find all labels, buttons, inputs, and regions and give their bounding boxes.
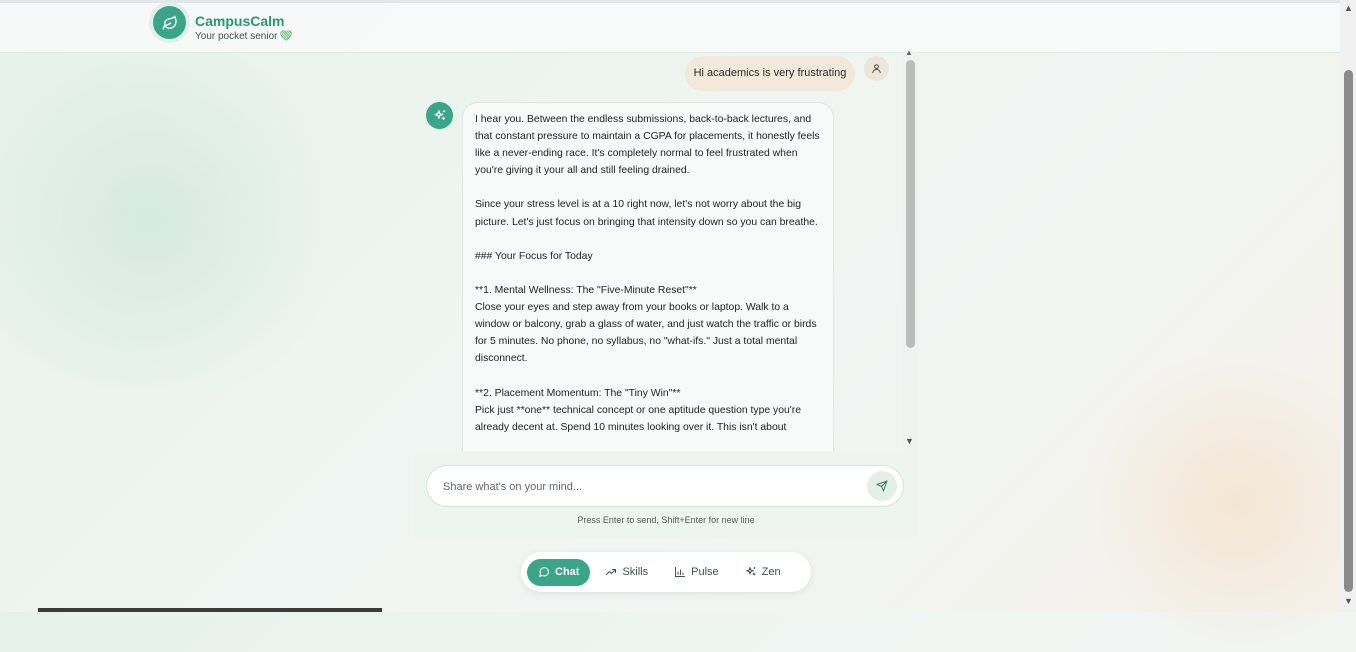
page-scroll-up-icon[interactable]: ▲: [1344, 3, 1353, 13]
taskbar-edge: [38, 608, 382, 612]
page-scroll-down-icon[interactable]: ▼: [1344, 596, 1353, 606]
user-message: Hi academics is very frustrating: [685, 56, 855, 91]
send-icon: [876, 480, 888, 492]
nav-chat[interactable]: Chat: [527, 558, 591, 586]
bot-heading: ### Your Focus for Today: [475, 250, 593, 262]
trend-up-icon: [606, 569, 617, 575]
heart-icon: 💚︎: [279, 31, 293, 42]
nav-skills-label: Skills: [622, 566, 649, 578]
send-button[interactable]: [867, 471, 897, 501]
nav-pulse-label: Pulse: [691, 566, 719, 578]
brand-title: CampusCalm: [195, 13, 285, 29]
bot-paragraph: I hear you. Between the endless submissi…: [475, 114, 820, 177]
nav-chat-label: Chat: [555, 566, 580, 578]
app-header: CampusCalm Your pocket senior 💚︎: [0, 3, 1340, 53]
chat-scrollbar-thumb[interactable]: [906, 60, 915, 348]
bot-paragraph: Since your stress level is at a 10 right…: [475, 199, 818, 228]
bot-subheading: **1. Mental Wellness: The "Five-Minute R…: [475, 284, 697, 296]
background-glow: [1076, 352, 1356, 652]
message-input-container[interactable]: [426, 465, 904, 508]
brand-subtitle-text: Your pocket senior: [195, 31, 278, 42]
bot-subheading: **2. Placement Momentum: The "Tiny Win"*…: [475, 387, 681, 399]
nav-pulse[interactable]: Pulse: [663, 559, 730, 586]
bottom-navigation: Chat Skills Pulse Zen: [521, 552, 811, 592]
message-composer: Press Enter to send, Shift+Enter for new…: [414, 451, 918, 538]
message-input[interactable]: [441, 466, 845, 508]
chat-scroll-down-icon[interactable]: ▼: [905, 436, 914, 446]
brand-subtitle: Your pocket senior 💚︎: [195, 31, 292, 42]
chat-scroll-up-icon[interactable]: ▲: [905, 48, 913, 57]
bar-chart-icon: [675, 567, 686, 577]
bot-message: I hear you. Between the endless submissi…: [462, 102, 834, 451]
nav-zen[interactable]: Zen: [734, 559, 792, 586]
nav-skills[interactable]: Skills: [594, 559, 659, 586]
composer-hint: Press Enter to send, Shift+Enter for new…: [577, 515, 755, 525]
user-avatar-icon: [864, 56, 889, 81]
leaf-logo-icon: [153, 6, 186, 39]
nav-zen-label: Zen: [761, 566, 781, 578]
sparkle-icon: [745, 567, 756, 576]
chat-bubble-icon: [539, 567, 550, 577]
bot-paragraph: Pick just **one** technical concept or o…: [475, 404, 802, 433]
bot-sparkle-icon: [426, 102, 453, 129]
bot-paragraph: Close your eyes and step away from your …: [475, 302, 817, 365]
chat-messages[interactable]: Hi academics is very frustrating I hear …: [414, 52, 918, 451]
page-scrollbar-thumb[interactable]: [1344, 70, 1353, 592]
background-glow: [0, 40, 360, 400]
